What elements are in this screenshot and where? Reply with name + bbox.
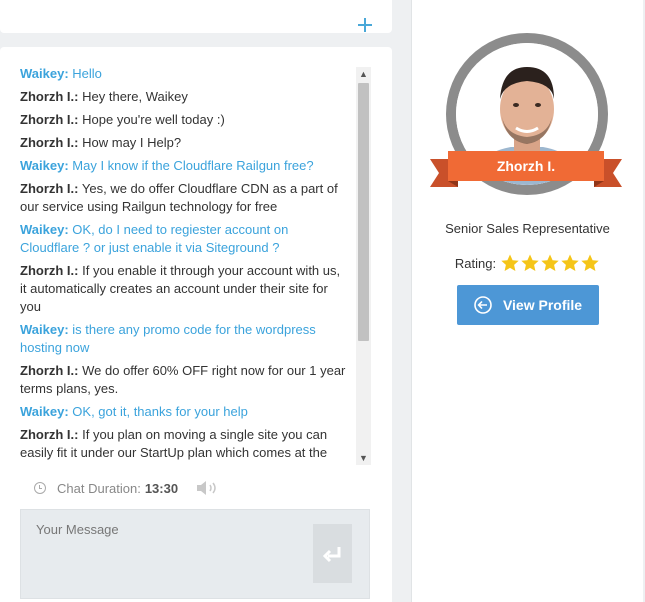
rating-stars: [500, 253, 600, 273]
send-button[interactable]: [313, 524, 352, 583]
message-sender: Waikey:: [20, 158, 69, 173]
scroll-thumb[interactable]: [358, 83, 369, 341]
chat-message: Waikey: Hello: [20, 65, 350, 83]
star-icon: [501, 254, 519, 271]
enter-icon: [322, 546, 340, 562]
agent-profile-panel: Zhorzh I. Senior Sales Representative Ra…: [411, 0, 643, 602]
chat-scrollbar[interactable]: ▲ ▼: [356, 67, 371, 465]
top-panel: [0, 0, 392, 33]
message-text: May I know if the Cloudflare Railgun fre…: [72, 158, 314, 173]
plus-icon[interactable]: [358, 18, 372, 32]
chat-duration-label: Chat Duration:: [57, 480, 141, 496]
chat-message: Waikey: OK, do I need to regiester accou…: [20, 221, 350, 257]
view-profile-label: View Profile: [502, 297, 583, 313]
message-composer: [20, 509, 370, 599]
message-sender: Zhorzh I.:: [20, 263, 79, 278]
chat-message: Waikey: OK, got it, thanks for your help: [20, 403, 350, 421]
message-sender: Zhorzh I.:: [20, 363, 79, 378]
message-text: Hey there, Waikey: [82, 89, 188, 104]
speaker-icon[interactable]: [196, 480, 222, 496]
message-sender: Zhorzh I.:: [20, 427, 79, 442]
message-sender: Waikey:: [20, 404, 69, 419]
star-icon: [521, 254, 539, 271]
star-icon: [581, 254, 599, 271]
chat-message: Zhorzh I.: How may I Help?: [20, 134, 350, 152]
star-icon: [541, 254, 559, 271]
message-sender: Zhorzh I.:: [20, 112, 79, 127]
chat-message: Waikey: May I know if the Cloudflare Rai…: [20, 157, 350, 175]
message-sender: Waikey:: [20, 66, 69, 81]
agent-rating: Rating:: [412, 253, 643, 273]
message-text: OK, got it, thanks for your help: [72, 404, 248, 419]
message-sender: Zhorzh I.:: [20, 181, 79, 196]
message-text: Hope you're well today :): [82, 112, 225, 127]
message-input[interactable]: [21, 510, 311, 598]
arrow-left-circle-icon: [474, 296, 492, 314]
chat-duration: Chat Duration: 13:30: [34, 479, 222, 497]
chat-message: Zhorzh I.: If you enable it through your…: [20, 262, 350, 316]
scroll-up-arrow-icon[interactable]: ▲: [356, 67, 371, 81]
chat-message: Zhorzh I.: We do offer 60% OFF right now…: [20, 362, 350, 398]
chat-message: Waikey: is there any promo code for the …: [20, 321, 350, 357]
chat-panel: Waikey: Hello Zhorzh I.: Hey there, Waike…: [0, 47, 392, 602]
chat-message: Zhorzh I.: Hope you're well today :): [20, 111, 350, 129]
scroll-down-arrow-icon[interactable]: ▼: [356, 451, 371, 465]
agent-name: Zhorzh I.: [496, 158, 556, 174]
clock-icon: [34, 482, 46, 494]
name-ribbon: Zhorzh I.: [430, 151, 622, 189]
message-sender: Zhorzh I.:: [20, 89, 79, 104]
view-profile-button[interactable]: View Profile: [457, 285, 599, 325]
chat-duration-value: 13:30: [144, 480, 179, 496]
chat-messages: Waikey: Hello Zhorzh I.: Hey there, Waike…: [20, 65, 350, 463]
message-sender: Waikey:: [20, 322, 69, 337]
message-sender: Zhorzh I.:: [20, 135, 79, 150]
chat-message: Zhorzh I.: Hey there, Waikey: [20, 88, 350, 106]
chat-message: Zhorzh I.: Yes, we do offer Cloudflare C…: [20, 180, 350, 216]
message-text: How may I Help?: [82, 135, 182, 150]
rating-label: Rating:: [454, 255, 497, 271]
star-icon: [561, 254, 579, 271]
chat-message: Zhorzh I.: If you plan on moving a singl…: [20, 426, 350, 462]
agent-role: Senior Sales Representative: [445, 221, 610, 236]
message-text: Hello: [72, 66, 102, 81]
message-sender: Waikey:: [20, 222, 69, 237]
